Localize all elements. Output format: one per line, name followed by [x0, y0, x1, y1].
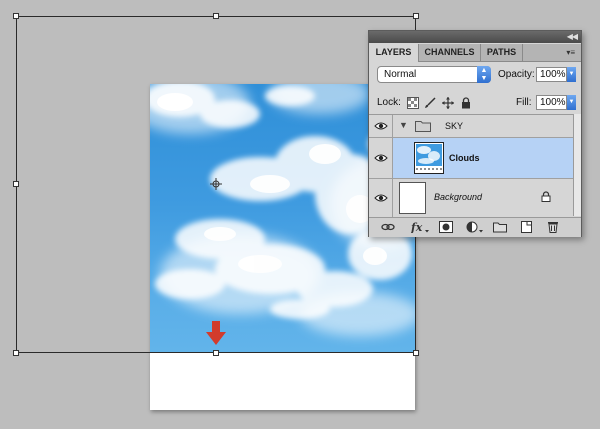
clouds-layer-thumbnail — [414, 142, 444, 174]
delete-layer-trash-icon[interactable] — [546, 221, 560, 233]
layer-locked-icon — [541, 191, 551, 202]
adjustment-layer-icon[interactable] — [466, 221, 484, 233]
fill-dropdown-icon[interactable]: ▼ — [567, 95, 576, 110]
eye-icon — [374, 194, 388, 202]
visibility-toggle[interactable] — [369, 115, 393, 137]
blend-mode-select[interactable]: Normal ▲ ▼ — [377, 66, 491, 83]
svg-text:fx: fx — [411, 221, 423, 233]
add-layer-mask-icon[interactable] — [439, 221, 453, 233]
new-layer-icon[interactable] — [519, 221, 533, 233]
layers-panel: ◀◀ LAYERS CHANNELS PATHS ▾≡ Normal ▲ ▼ Op… — [368, 30, 582, 237]
transform-handle-top-left[interactable] — [13, 13, 19, 19]
transform-handle-bottom-right[interactable] — [413, 350, 419, 356]
visibility-toggle[interactable] — [369, 138, 393, 178]
layer-name-clouds: Clouds — [449, 153, 480, 163]
blend-mode-value: Normal — [384, 69, 417, 80]
lock-label: Lock: — [377, 97, 401, 108]
red-down-arrow-icon — [206, 321, 226, 345]
tab-channels[interactable]: CHANNELS — [419, 44, 481, 61]
panel-menu-icon[interactable]: ▾≡ — [566, 48, 575, 57]
layer-name-background: Background — [434, 192, 483, 202]
opacity-dropdown-icon[interactable]: ▼ — [567, 67, 576, 82]
eye-icon — [374, 154, 388, 162]
opacity-field[interactable]: 100% — [536, 67, 567, 82]
new-group-folder-icon[interactable] — [493, 221, 507, 233]
visibility-toggle[interactable] — [369, 179, 393, 217]
background-layer-thumbnail — [399, 182, 426, 214]
layer-name-sky: SKY — [445, 121, 464, 131]
layer-row-sky-group[interactable]: ▼ SKY — [369, 115, 573, 138]
collapse-panel-icon[interactable]: ◀◀ — [567, 32, 578, 42]
lock-all-icon[interactable] — [460, 97, 472, 109]
tab-paths[interactable]: PATHS — [481, 44, 523, 61]
blend-mode-arrows-icon: ▲ ▼ — [477, 66, 491, 83]
transform-handle-bottom-left[interactable] — [13, 350, 19, 356]
fill-field[interactable]: 100% — [536, 95, 567, 110]
layers-scrollbar[interactable] — [573, 114, 581, 216]
layers-panel-footer: fx — [369, 217, 581, 237]
transform-reference-point-icon[interactable] — [210, 178, 222, 190]
panel-title-bar[interactable]: ◀◀ — [369, 31, 581, 43]
fill-label: Fill: — [516, 97, 532, 108]
transform-handle-top-center[interactable] — [213, 13, 219, 19]
transform-handle-bottom-center[interactable] — [213, 350, 219, 356]
transform-handle-top-right[interactable] — [413, 13, 419, 19]
layer-style-fx-icon[interactable]: fx — [411, 221, 429, 233]
panel-tab-bar: LAYERS CHANNELS PATHS ▾≡ — [369, 44, 581, 62]
eye-icon — [374, 122, 388, 130]
transform-handle-middle-left[interactable] — [13, 181, 19, 187]
layer-row-clouds[interactable]: Clouds — [369, 138, 573, 179]
link-layers-icon[interactable] — [381, 221, 395, 233]
layers-list: ▼ SKY Clouds Background — [369, 114, 573, 217]
layer-row-background[interactable]: Background — [369, 179, 573, 217]
lock-position-move-icon[interactable] — [442, 97, 454, 109]
group-expand-triangle-icon[interactable]: ▼ — [399, 120, 408, 130]
tab-layers[interactable]: LAYERS — [369, 44, 419, 62]
opacity-label: Opacity: — [498, 69, 535, 80]
lock-transparent-pixels-icon[interactable] — [407, 97, 419, 109]
folder-icon — [415, 121, 431, 132]
lock-image-pixels-brush-icon[interactable] — [424, 97, 436, 109]
